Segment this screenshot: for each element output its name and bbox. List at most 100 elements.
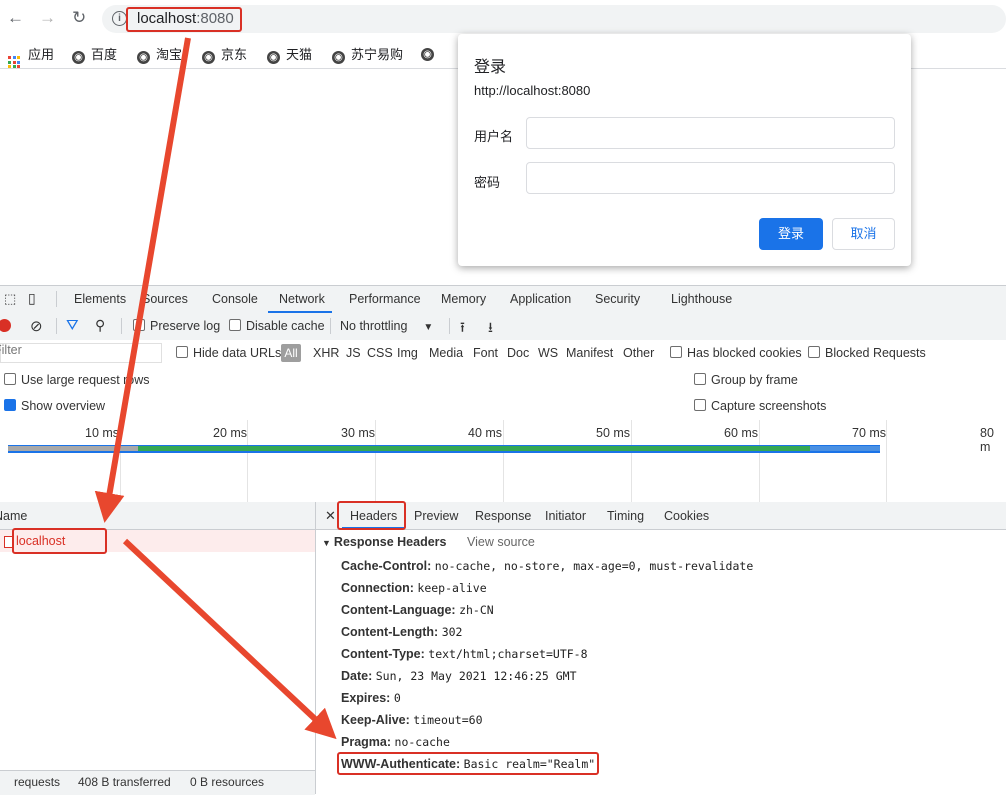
filter-type-ws[interactable]: WS [538,346,558,360]
divider [56,291,57,307]
filter-type-font[interactable]: Font [473,346,498,360]
header-row: Cache-Control: no-cache, no-store, max-a… [341,559,753,573]
blocked-requests-checkbox[interactable]: Blocked Requests [808,346,926,360]
has-blocked-cookies-label: Has blocked cookies [687,346,802,360]
password-field[interactable] [526,162,895,194]
filter-type-manifest[interactable]: Manifest [566,346,613,360]
tab-cookies[interactable]: Cookies [664,509,709,523]
show-overview-checkbox[interactable]: Show overview [4,399,105,413]
filter-type-media[interactable]: Media [429,346,463,360]
detail-tab-bar: ✕ Headers Preview Response Initiator Tim… [316,502,1006,530]
view-source-link[interactable]: View source [467,535,535,549]
record-icon[interactable] [0,319,11,332]
annotation-box-www-authenticate [337,752,599,775]
tab-lighthouse[interactable]: Lighthouse [671,292,732,306]
filter-row: Filter Hide data URLs All XHR JS CSS Img… [0,340,1006,368]
tab-preview[interactable]: Preview [414,509,458,523]
apps-grid-icon [8,56,20,68]
header-row: Keep-Alive: timeout=60 [341,713,483,727]
filter-type-all[interactable]: All [281,344,301,362]
login-button[interactable]: 登录 [759,218,823,250]
clear-icon[interactable]: ⊘ [30,317,43,335]
timeline-gridline [120,420,121,502]
tab-console[interactable]: Console [212,292,258,306]
reload-icon[interactable]: ↻ [72,8,86,28]
divider [330,318,331,334]
bookmark-apps[interactable]: 应用 [8,44,54,68]
bookmark-baidu[interactable]: ◉ 百度 [72,44,117,64]
timeline-gridline [759,420,760,502]
filter-funnel-icon[interactable]: ⛛ [66,317,79,334]
checkbox-icon [133,319,145,331]
bookmark-suning[interactable]: ◉ 苏宁易购 [332,44,403,64]
checkbox-icon [694,399,706,411]
import-har-icon[interactable]: ⭱ [460,317,465,341]
devtools-tab-bar: ⬚ ▯ Elements Sources Console Network Per… [0,285,1006,315]
globe-icon: ◉ [137,51,150,64]
checkbox-icon [808,346,820,358]
timeline-tick: 80 m [980,426,994,454]
disable-cache-checkbox[interactable]: Disable cache [229,319,325,333]
tab-memory[interactable]: Memory [441,292,486,306]
tab-sources[interactable]: Sources [142,292,188,306]
globe-icon: ◉ [332,51,345,64]
preserve-log-checkbox[interactable]: Preserve log [133,319,220,333]
filter-input[interactable] [0,343,162,363]
bookmark-label: 百度 [91,47,118,62]
tab-elements[interactable]: Elements [74,292,126,306]
filter-placeholder: Filter [0,343,22,357]
bookmark-tmall[interactable]: ◉ 天猫 [267,44,312,64]
bookmark-more[interactable]: ◉ [421,44,440,61]
header-name: Date: [341,669,373,683]
tab-performance[interactable]: Performance [349,292,421,306]
close-icon[interactable]: ✕ [325,508,336,524]
search-icon[interactable]: ⚲ [95,317,105,334]
timeline-tick: 30 ms [341,426,376,440]
throttling-select[interactable]: No throttling ▼ [340,319,433,333]
filter-type-other[interactable]: Other [623,346,654,360]
header-row: Content-Type: text/html;charset=UTF-8 [341,647,588,661]
header-row: Pragma: no-cache [341,735,450,749]
cancel-button[interactable]: 取消 [832,218,895,250]
forward-arrow-icon[interactable]: → [39,8,56,28]
has-blocked-cookies-checkbox[interactable]: Has blocked cookies [670,346,802,360]
response-headers-title: Response Headers [333,535,447,549]
hide-data-urls-label: Hide data URLs [193,346,282,360]
header-row: Content-Length: 302 [341,625,462,639]
bookmark-label: 京东 [221,47,248,62]
tab-security[interactable]: Security [595,292,640,306]
annotation-box-headers-tab [337,501,406,530]
filter-type-img[interactable]: Img [397,346,418,360]
username-field[interactable] [526,117,895,149]
divider [121,318,122,334]
inspect-element-icon[interactable]: ⬚ [4,291,16,307]
back-arrow-icon[interactable]: ← [7,8,24,28]
timeline-gridline [886,420,887,502]
timeline-overview[interactable]: 10 ms 20 ms 30 ms 40 ms 50 ms 60 ms 70 m… [0,420,1006,503]
hide-data-urls-checkbox[interactable]: Hide data URLs [176,346,281,360]
filter-type-css[interactable]: CSS [367,346,393,360]
header-name: Pragma: [341,735,392,749]
tab-initiator[interactable]: Initiator [545,509,586,523]
capture-screenshots-checkbox[interactable]: Capture screenshots [694,399,826,413]
divider [449,318,450,334]
filter-type-xhr[interactable]: XHR [313,346,339,360]
response-headers-section[interactable]: ▼ Response Headers [322,535,446,549]
header-name: Cache-Control: [341,559,432,573]
export-har-icon[interactable]: ⭳ [488,317,493,341]
tab-application[interactable]: Application [510,292,571,306]
name-column-header[interactable]: Name [0,502,315,530]
group-by-frame-checkbox[interactable]: Group by frame [694,373,798,387]
filter-type-js[interactable]: JS [346,346,361,360]
tab-response[interactable]: Response [475,509,531,523]
tab-timing[interactable]: Timing [607,509,644,523]
device-toolbar-icon[interactable]: ▯ [28,290,36,307]
filter-type-doc[interactable]: Doc [507,346,529,360]
bookmark-taobao[interactable]: ◉ 淘宝 [137,44,182,64]
large-rows-checkbox[interactable]: Use large request rows [4,373,150,387]
dialog-title: 登录 [474,59,507,76]
basic-auth-dialog: 登录 http://localhost:8080 用户名 密码 登录 取消 [458,34,911,266]
bookmark-jd[interactable]: ◉ 京东 [202,44,247,64]
tab-network[interactable]: Network [279,292,325,306]
info-icon[interactable]: i [112,11,127,26]
